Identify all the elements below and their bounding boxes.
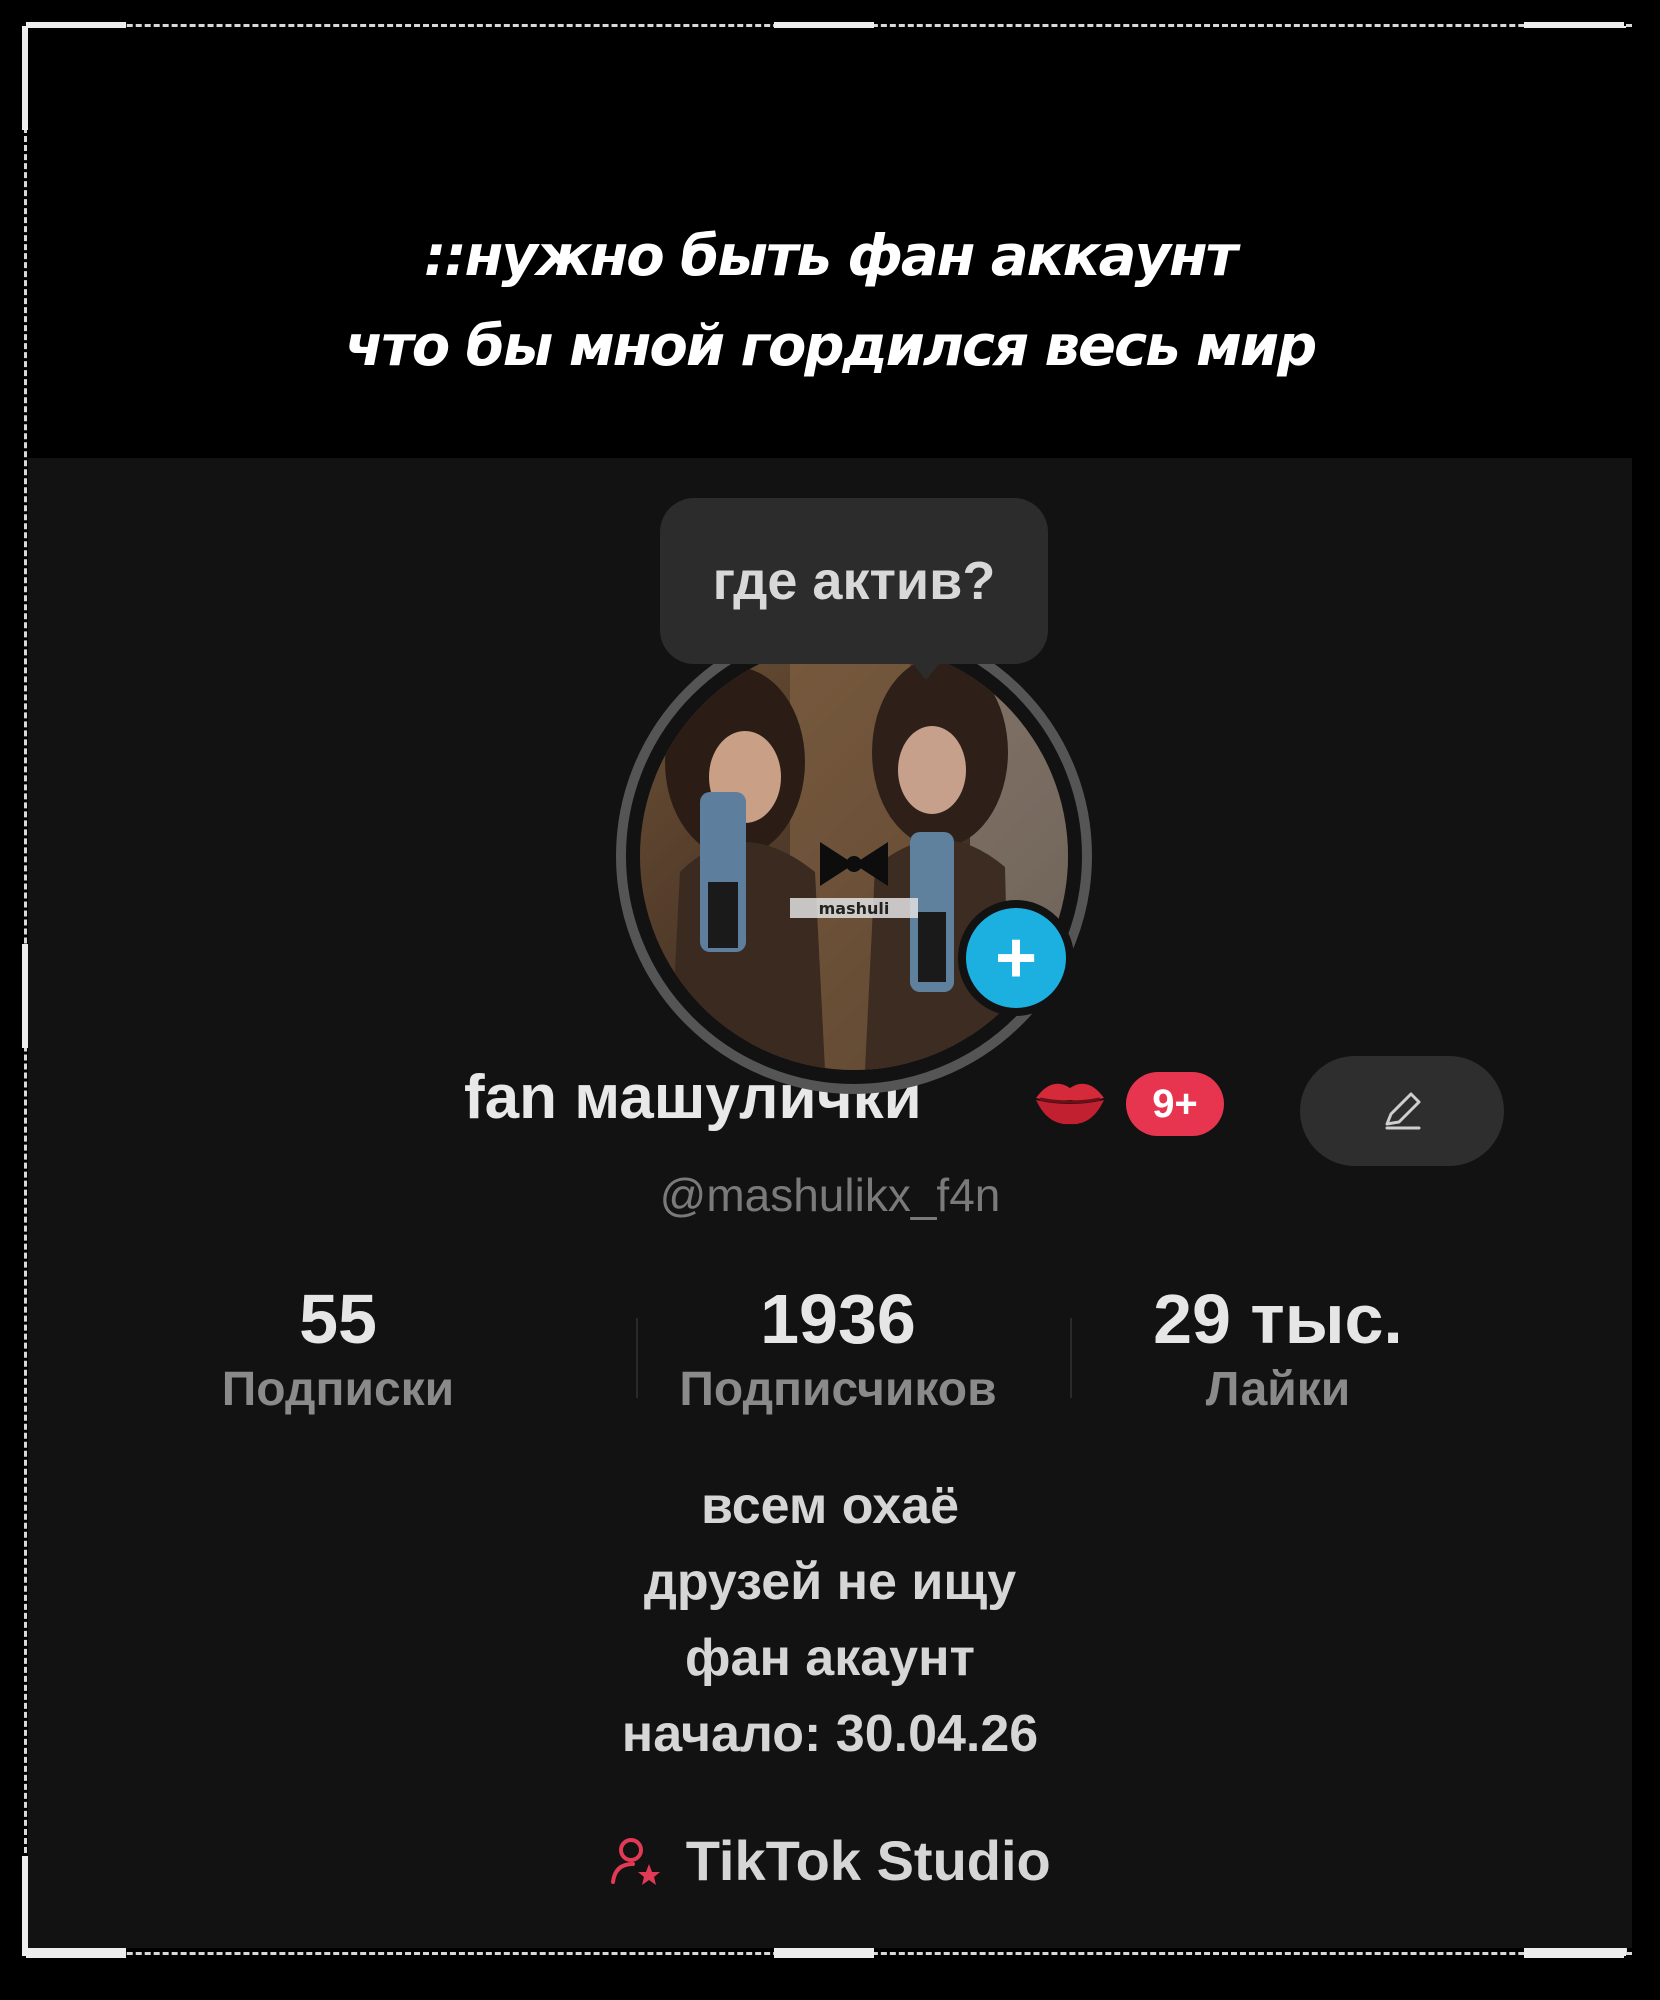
note-bubble-text: где актив? [712, 551, 996, 611]
caption-line-1: ::нужно быть фан аккаунт [423, 224, 1238, 289]
user-star-icon [611, 1837, 661, 1885]
stat-followers[interactable]: 1936 Подписчиков [648, 1278, 1028, 1420]
stat-following[interactable]: 55 Подписки [188, 1278, 488, 1420]
caption-line-2: что бы мной гордился весь мир [344, 314, 1317, 379]
note-bubble-tail [908, 658, 944, 680]
stat-divider-2 [1070, 1318, 1072, 1398]
bio-line: начало: 30.04.26 [621, 1705, 1039, 1763]
stat-likes[interactable]: 29 тыс. Лайки [1108, 1278, 1448, 1420]
tiktok-studio-label: TikTok Studio [685, 1829, 1051, 1892]
bio-line: всем охаё [701, 1477, 959, 1535]
stat-followers-value: 1936 [760, 1280, 916, 1358]
bio-line: фан акаунт [685, 1629, 975, 1687]
notification-badge[interactable]: 9+ [1126, 1072, 1224, 1136]
stat-following-label: Подписки [221, 1363, 455, 1416]
avatar-watermark: mashuli [819, 899, 890, 918]
stat-following-value: 55 [299, 1280, 377, 1358]
stat-likes-value: 29 тыс. [1153, 1280, 1403, 1358]
caption-area: ::нужно быть фан аккаунт что бы мной гор… [28, 28, 1632, 458]
stat-divider-1 [636, 1318, 638, 1398]
edit-profile-button[interactable] [1300, 1056, 1504, 1166]
username: @mashulikx_f4n [659, 1169, 1001, 1221]
add-story-button[interactable]: + [958, 900, 1074, 1016]
plus-icon: + [994, 918, 1038, 998]
bio-line: друзей не ищу [643, 1553, 1017, 1611]
kiss-lips-icon [1036, 1083, 1104, 1125]
profile-screen: где актив? mashuli + fan машулички 9+ @m… [28, 458, 1632, 1948]
tiktok-studio-link[interactable]: TikTok Studio [28, 1828, 1632, 1893]
stat-likes-label: Лайки [1205, 1363, 1351, 1416]
bio: всем охаё друзей не ищу фан акаунт начал… [28, 1468, 1632, 1772]
note-bubble[interactable]: где актив? [660, 498, 1048, 664]
pencil-icon [1385, 1092, 1421, 1130]
stat-followers-label: Подписчиков [679, 1363, 997, 1416]
